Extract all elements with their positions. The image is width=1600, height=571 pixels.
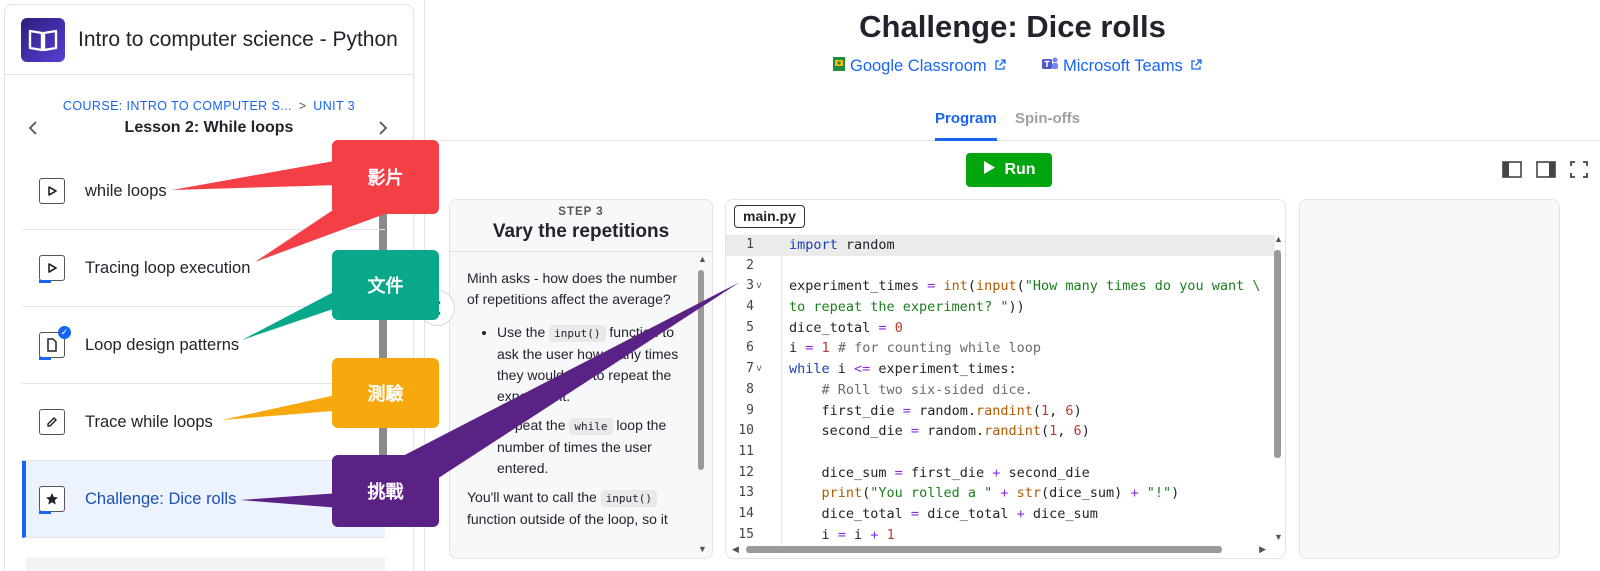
annotation-pointers — [172, 160, 740, 508]
callout-article: 文件 — [332, 250, 439, 320]
callout-challenge: 挑戰 — [332, 455, 439, 527]
callout-video: 影片 — [332, 140, 439, 214]
callout-quiz: 測驗 — [332, 358, 439, 428]
